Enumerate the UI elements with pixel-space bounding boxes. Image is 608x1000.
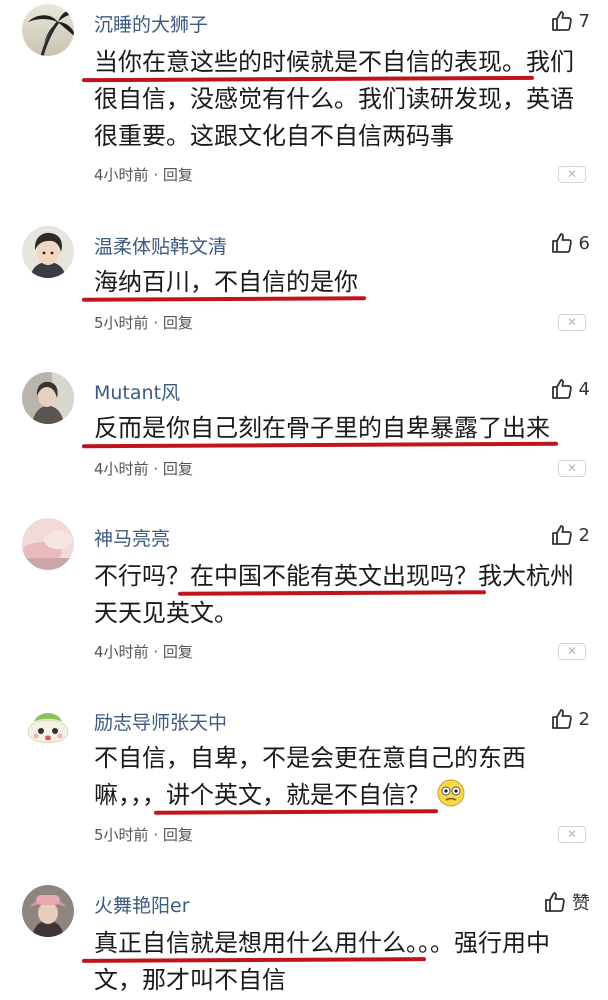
confused-emoji-icon: [437, 779, 465, 807]
thumbs-up-icon: [550, 231, 574, 255]
meta-separator: ·: [153, 826, 159, 844]
person-photo-icon: [22, 372, 74, 424]
timestamp: 4小时前: [94, 166, 149, 184]
timestamp: 4小时前: [94, 460, 149, 478]
highlighted-text: 海纳百川，不自信的是你: [94, 268, 358, 296]
like-button[interactable]: 7: [550, 8, 590, 34]
anime-character-icon: [22, 226, 74, 278]
dismiss-button[interactable]: ✕: [558, 643, 586, 660]
highlighted-text: 当你在意这些的时候就是不自信的表现。: [94, 48, 526, 76]
username[interactable]: 神马亮亮: [94, 524, 170, 551]
thumbs-up-icon: [543, 890, 567, 914]
thumbs-up-icon: [550, 377, 574, 401]
comment-text: 海纳百川，不自信的是你: [94, 264, 586, 301]
thumbs-up-icon: [550, 523, 574, 547]
meta-separator: ·: [153, 643, 159, 661]
user-avatar[interactable]: [22, 885, 74, 937]
highlighted-text: 讲个英文，就是不自信？: [166, 781, 430, 809]
username[interactable]: 沉睡的大狮子: [94, 10, 208, 37]
dismiss-button[interactable]: ✕: [558, 826, 586, 843]
comment-meta: 4小时前 · 回复: [94, 458, 193, 479]
palm-tree-icon: [22, 4, 74, 56]
like-count: 2: [578, 708, 590, 730]
reply-button[interactable]: 回复: [163, 460, 193, 478]
dismiss-button[interactable]: ✕: [558, 460, 586, 477]
comment-text: 不自信，自卑，不是会更在意自己的东西嘛，，，讲个英文，就是不自信？: [94, 740, 586, 814]
close-icon: ✕: [566, 827, 578, 841]
reply-button[interactable]: 回复: [163, 314, 193, 332]
comment-text: 真正自信就是想用什么用什么。。。强行用中文，那才叫不自信: [94, 925, 586, 999]
like-button[interactable]: 赞: [543, 889, 590, 915]
highlighted-text: 在中国不能有英文出现吗？: [190, 562, 478, 590]
comment-text: 不行吗？在中国不能有英文出现吗？我大杭州天天见英文。: [94, 558, 586, 632]
meta-separator: ·: [153, 166, 159, 184]
like-count: 2: [578, 524, 590, 546]
cartoon-creature-icon: [22, 702, 74, 754]
comment-meta: 5小时前 · 回复: [94, 824, 193, 845]
like-button[interactable]: 2: [550, 706, 590, 732]
thumbs-up-icon: [550, 9, 574, 33]
comment-text-pre: 不行吗？: [94, 562, 190, 590]
dismiss-button[interactable]: ✕: [558, 166, 586, 183]
comment-text: 当你在意这些的时候就是不自信的表现。我们很自信，没感觉有什么。我们读研发现，英语…: [94, 44, 586, 155]
like-label: 赞: [572, 893, 590, 914]
like-count: 6: [578, 232, 590, 254]
close-icon: ✕: [566, 167, 578, 181]
close-icon: ✕: [566, 315, 578, 329]
timestamp: 4小时前: [94, 643, 149, 661]
username[interactable]: Mutant风: [94, 378, 180, 405]
user-avatar[interactable]: [22, 4, 74, 56]
reply-button[interactable]: 回复: [163, 166, 193, 184]
user-avatar[interactable]: [22, 702, 74, 754]
close-icon: ✕: [566, 644, 578, 658]
username[interactable]: 励志导师张天中: [94, 708, 227, 735]
woman-in-hat-icon: [22, 885, 74, 937]
dismiss-button[interactable]: ✕: [558, 314, 586, 331]
reply-button[interactable]: 回复: [163, 643, 193, 661]
comment-meta: 4小时前 · 回复: [94, 641, 193, 662]
close-icon: ✕: [566, 461, 578, 475]
like-count: 7: [578, 10, 590, 32]
comment-meta: 5小时前 · 回复: [94, 312, 193, 333]
reply-button[interactable]: 回复: [163, 826, 193, 844]
comment-meta: 4小时前 · 回复: [94, 164, 193, 185]
user-avatar[interactable]: [22, 372, 74, 424]
pink-photo-icon: [22, 518, 74, 570]
user-avatar[interactable]: [22, 226, 74, 278]
user-avatar[interactable]: [22, 518, 74, 570]
like-button[interactable]: 6: [550, 230, 590, 256]
meta-separator: ·: [153, 314, 159, 332]
username[interactable]: 火舞艳阳er: [94, 891, 190, 918]
like-button[interactable]: 4: [550, 376, 590, 402]
like-button[interactable]: 2: [550, 522, 590, 548]
meta-separator: ·: [153, 460, 159, 478]
username[interactable]: 温柔体贴韩文清: [94, 232, 227, 259]
highlighted-text: 反而是你自己刻在骨子里的自卑暴露了出来: [94, 414, 550, 442]
comment-text: 反而是你自己刻在骨子里的自卑暴露了出来: [94, 410, 586, 447]
timestamp: 5小时前: [94, 826, 149, 844]
timestamp: 5小时前: [94, 314, 149, 332]
highlighted-text: 真正自信就是想用什么用什么。: [94, 929, 418, 957]
like-count: 4: [578, 378, 590, 400]
thumbs-up-icon: [550, 707, 574, 731]
